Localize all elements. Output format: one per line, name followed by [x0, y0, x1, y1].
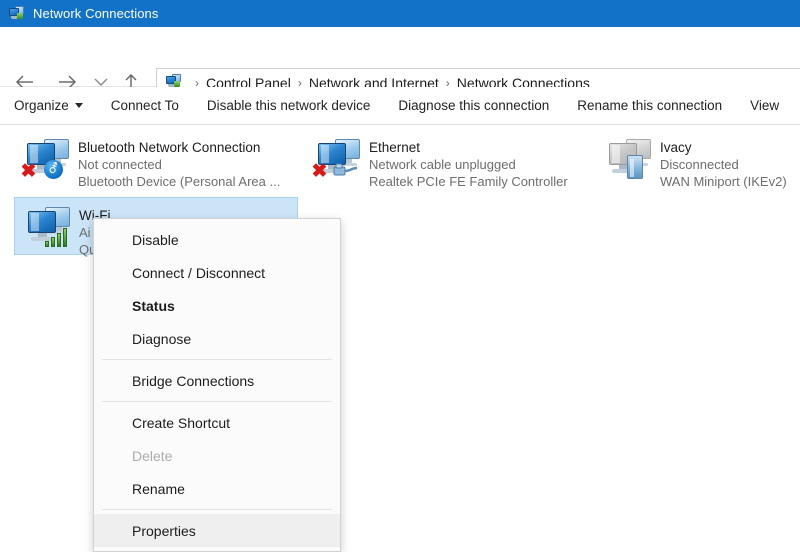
- context-menu-item-diagnose[interactable]: Diagnose: [94, 322, 340, 355]
- no-icon: [102, 328, 124, 350]
- window-title: Network Connections: [33, 6, 159, 21]
- no-icon: [102, 295, 124, 317]
- connection-name: Ethernet: [369, 140, 421, 155]
- connection-device: WAN Miniport (IKEv2): [660, 174, 787, 189]
- wifi-signal-bars-icon: [45, 225, 71, 247]
- uac-shield-icon: [102, 445, 124, 467]
- context-menu-item-create-shortcut[interactable]: Create Shortcut: [94, 406, 340, 439]
- context-menu-item-label: Diagnose: [132, 330, 192, 347]
- context-menu-item-status[interactable]: Status: [94, 289, 340, 322]
- connection-item-bluetooth[interactable]: ✖ ⚦ Bluetooth Network Connection Not con…: [14, 130, 298, 189]
- context-menu-item-disable[interactable]: Disable: [94, 223, 340, 256]
- connection-device: Realtek PCIe FE Family Controller: [369, 174, 568, 189]
- context-menu-item-label: Create Shortcut: [132, 414, 231, 431]
- context-menu-item-delete: Delete: [94, 439, 340, 472]
- uac-shield-icon: [102, 478, 124, 500]
- context-menu-separator: [102, 401, 332, 402]
- network-adapter-wifi-icon: [19, 203, 79, 251]
- context-menu-item-label: Status: [132, 297, 175, 314]
- connection-name: Ivacy: [660, 140, 692, 155]
- connection-device: Bluetooth Device (Personal Area ...: [78, 174, 281, 189]
- context-menu-item-label: Delete: [132, 447, 173, 464]
- context-menu: Disable Connect / Disconnect Status Diag…: [93, 218, 341, 552]
- chevron-down-icon: [74, 103, 83, 108]
- context-menu-item-label: Disable: [132, 231, 179, 248]
- error-x-icon: ✖: [20, 161, 37, 182]
- context-menu-separator: [102, 359, 332, 360]
- connection-name: Bluetooth Network Connection: [78, 140, 261, 155]
- uac-shield-icon: [102, 229, 124, 251]
- connection-status: Not connected: [78, 157, 162, 172]
- context-menu-item-properties[interactable]: Properties: [94, 514, 340, 547]
- network-connections-icon: [8, 5, 25, 22]
- toolbar-rename-button[interactable]: Rename this connection: [577, 93, 722, 118]
- wan-miniport-badge-icon: [627, 155, 643, 179]
- context-menu-item-label: Bridge Connections: [132, 372, 255, 389]
- network-adapter-vpn-icon: [600, 135, 660, 183]
- context-menu-item-rename[interactable]: Rename: [94, 472, 340, 505]
- uac-shield-icon: [102, 520, 124, 542]
- uac-shield-icon: [102, 370, 124, 392]
- toolbar-disable-device-button[interactable]: Disable this network device: [207, 93, 371, 118]
- context-menu-separator: [102, 509, 332, 510]
- connection-status: Network cable unplugged: [369, 157, 516, 172]
- window-title-bar: Network Connections: [0, 0, 800, 27]
- context-menu-item-bridge-connections[interactable]: Bridge Connections: [94, 364, 340, 397]
- navigation-bar: › Control Panel › Network and Internet ›…: [0, 27, 800, 98]
- toolbar-organize-button[interactable]: Organize: [14, 93, 83, 118]
- network-adapter-bluetooth-icon: ✖ ⚦: [18, 135, 78, 183]
- connection-status: Disconnected: [660, 157, 739, 172]
- toolbar-view-button[interactable]: View: [750, 93, 779, 118]
- no-icon: [102, 412, 124, 434]
- connection-item-ethernet[interactable]: ✖ Ethernet Network cable unplugged Realt…: [305, 130, 589, 189]
- context-menu-item-label: Properties: [132, 522, 196, 539]
- toolbar-diagnose-button[interactable]: Diagnose this connection: [398, 93, 549, 118]
- bluetooth-badge-icon: ⚦: [44, 160, 63, 179]
- context-menu-item-connect-disconnect[interactable]: Connect / Disconnect: [94, 256, 340, 289]
- context-menu-item-label: Rename: [132, 480, 185, 497]
- command-toolbar: Organize Connect To Disable this network…: [0, 87, 800, 125]
- toolbar-connect-to-button[interactable]: Connect To: [111, 93, 179, 118]
- connection-item-ivacy[interactable]: Ivacy Disconnected WAN Miniport (IKEv2): [596, 130, 800, 189]
- context-menu-item-label: Connect / Disconnect: [132, 264, 266, 281]
- error-x-icon: ✖: [311, 161, 328, 182]
- no-icon: [102, 262, 124, 284]
- network-adapter-ethernet-icon: ✖: [309, 135, 369, 183]
- toolbar-organize-label: Organize: [14, 98, 69, 113]
- network-cable-badge-icon: [333, 162, 359, 178]
